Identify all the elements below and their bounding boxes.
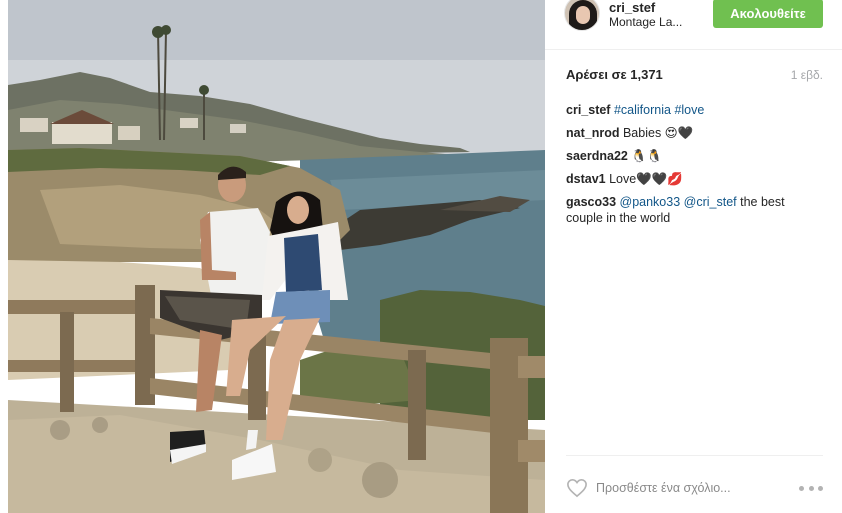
post-sidebar: cri_stef Montage La... Ακολουθείτε Αρέσε…	[545, 0, 842, 513]
post-header: cri_stef Montage La... Ακολουθείτε	[545, 0, 842, 50]
comment-item: nat_nrod Babies 😍🖤	[566, 125, 806, 141]
comment-item: cri_stef #california #love	[566, 102, 806, 118]
avatar-face	[576, 6, 590, 24]
likes-row: Αρέσει σε 1,371 1 εβδ.	[566, 67, 823, 83]
following-button[interactable]: Ακολουθείτε	[713, 0, 823, 28]
comment-item: dstav1 Love🖤🖤💋	[566, 171, 806, 187]
dot-icon	[818, 485, 823, 491]
comment-input[interactable]	[596, 478, 786, 498]
hashtag-link[interactable]: #california	[614, 103, 671, 117]
comment-text: Babies 😍🖤	[622, 126, 694, 140]
avatar[interactable]	[564, 0, 600, 31]
comment-username[interactable]: dstav1	[566, 172, 606, 186]
mention-link[interactable]: @panko33	[620, 195, 681, 209]
comment-item: saerdna22 🐧🐧	[566, 148, 806, 164]
comment-item: gasco33 @panko33 @cri_stef the best coup…	[566, 194, 806, 226]
post-footer	[566, 455, 823, 505]
dot-icon	[799, 485, 804, 491]
dot-icon	[808, 485, 814, 491]
comments-list: cri_stef #california #love nat_nrod Babi…	[566, 102, 806, 233]
likes-count[interactable]: Αρέσει σε 1,371	[566, 67, 663, 82]
mention-link[interactable]: @cri_stef	[684, 195, 737, 209]
comment-text: 🐧🐧	[631, 149, 663, 163]
comment-username[interactable]: saerdna22	[566, 149, 628, 163]
post-photo-image	[8, 0, 545, 513]
heart-icon[interactable]	[566, 478, 588, 498]
post-timestamp[interactable]: 1 εβδ.	[791, 68, 823, 82]
comment-username[interactable]: cri_stef	[566, 103, 610, 117]
hashtag-link[interactable]: #love	[674, 103, 704, 117]
location-link[interactable]: Montage La...	[609, 15, 682, 29]
more-options-icon[interactable]	[799, 484, 823, 492]
username-link[interactable]: cri_stef	[609, 0, 655, 15]
comment-username[interactable]: nat_nrod	[566, 126, 619, 140]
post-photo[interactable]	[0, 0, 545, 513]
comment-text: Love🖤🖤💋	[609, 172, 683, 186]
comment-username[interactable]: gasco33	[566, 195, 616, 209]
